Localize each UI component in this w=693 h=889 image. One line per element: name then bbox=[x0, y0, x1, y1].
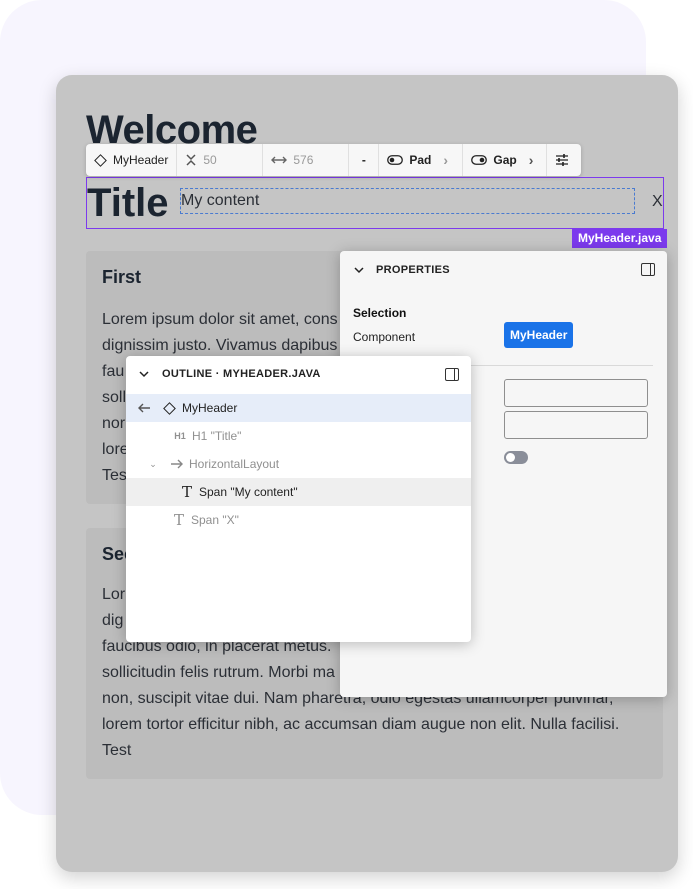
settings-button[interactable] bbox=[547, 144, 577, 176]
component-name: MyHeader bbox=[113, 153, 169, 167]
card-title: First bbox=[102, 267, 142, 287]
properties-title: PROPERTIES bbox=[376, 264, 450, 276]
outline-item-label: Span "My content" bbox=[199, 485, 298, 499]
outline-panel: OUTLINE · MYHEADER.JAVA MyHeader H1 H1 "… bbox=[126, 356, 471, 642]
outline-header[interactable]: OUTLINE · MYHEADER.JAVA bbox=[139, 368, 321, 380]
component-badge[interactable]: MyHeader bbox=[504, 322, 574, 348]
component-toolbar: MyHeader 50 576 - Pad › Gap › bbox=[86, 144, 581, 176]
outline-item-horizontal-layout[interactable]: ⌄ HorizontalLayout bbox=[126, 450, 471, 478]
selection-label: Selection bbox=[353, 306, 407, 320]
selected-header[interactable]: Title My content X bbox=[86, 177, 664, 229]
outline-item-h1[interactable]: H1 H1 "Title" bbox=[126, 422, 471, 450]
minus-label: - bbox=[361, 153, 366, 167]
outline-item-label: H1 "Title" bbox=[192, 429, 242, 443]
component-selector[interactable]: MyHeader bbox=[86, 144, 178, 176]
padding-button[interactable]: Pad › bbox=[379, 144, 464, 176]
outline-title: OUTLINE · MYHEADER.JAVA bbox=[162, 368, 321, 380]
width-icon bbox=[271, 156, 288, 164]
content-span[interactable]: My content bbox=[180, 188, 635, 214]
card-line: lorem tortor efficitur nibh, ac accumsan… bbox=[102, 716, 620, 733]
gap-label: Gap bbox=[493, 153, 517, 167]
dock-panel-icon[interactable] bbox=[641, 263, 655, 276]
file-tag[interactable]: MyHeader.java bbox=[572, 229, 668, 248]
back-arrow-icon[interactable] bbox=[137, 403, 151, 413]
arrow-right-icon bbox=[171, 459, 183, 469]
component-label: Component bbox=[353, 330, 416, 344]
chevron-down-icon[interactable]: ⌄ bbox=[148, 459, 158, 470]
gap-button[interactable]: Gap › bbox=[463, 144, 548, 176]
chevron-down-icon[interactable] bbox=[139, 370, 149, 378]
dock-panel-icon[interactable] bbox=[445, 368, 459, 381]
toggle-off-icon bbox=[387, 155, 404, 165]
outline-item-label: Span "X" bbox=[191, 513, 239, 527]
chevron-right-icon: › bbox=[528, 152, 534, 168]
card-line: Test bbox=[102, 742, 132, 759]
property-field-2[interactable] bbox=[504, 411, 648, 439]
sliders-icon bbox=[556, 154, 569, 166]
text-icon: T bbox=[181, 483, 192, 501]
text-icon: T bbox=[173, 511, 184, 529]
diamond-icon bbox=[94, 153, 107, 167]
chevron-right-icon: › bbox=[443, 152, 449, 168]
width-value: 576 bbox=[293, 153, 314, 167]
properties-header[interactable]: PROPERTIES bbox=[354, 264, 450, 276]
chevron-down-icon[interactable] bbox=[354, 266, 364, 274]
width-control[interactable]: 576 bbox=[263, 144, 350, 176]
outline-item-myheader[interactable]: MyHeader bbox=[126, 394, 471, 422]
diamond-icon bbox=[163, 401, 176, 415]
app-window: Welcome First Lorem ipsum dolor sit amet… bbox=[56, 75, 678, 872]
padding-label: Pad bbox=[409, 153, 432, 167]
header-title[interactable]: Title bbox=[87, 181, 169, 226]
outline-item-label: HorizontalLayout bbox=[189, 457, 280, 471]
minus-button[interactable]: - bbox=[349, 144, 380, 176]
close-span[interactable]: X bbox=[652, 193, 663, 211]
h1-icon: H1 bbox=[174, 431, 186, 441]
toggle-on-icon bbox=[471, 155, 488, 165]
outline-item-span-content[interactable]: T Span "My content" bbox=[126, 478, 471, 506]
outline-item-label: MyHeader bbox=[182, 401, 238, 415]
height-control[interactable]: 50 bbox=[177, 144, 264, 176]
property-field-1[interactable] bbox=[504, 379, 648, 407]
height-value: 50 bbox=[203, 153, 217, 167]
outline-item-span-x[interactable]: T Span "X" bbox=[126, 506, 471, 534]
height-icon bbox=[186, 154, 196, 166]
property-toggle[interactable] bbox=[504, 451, 528, 464]
